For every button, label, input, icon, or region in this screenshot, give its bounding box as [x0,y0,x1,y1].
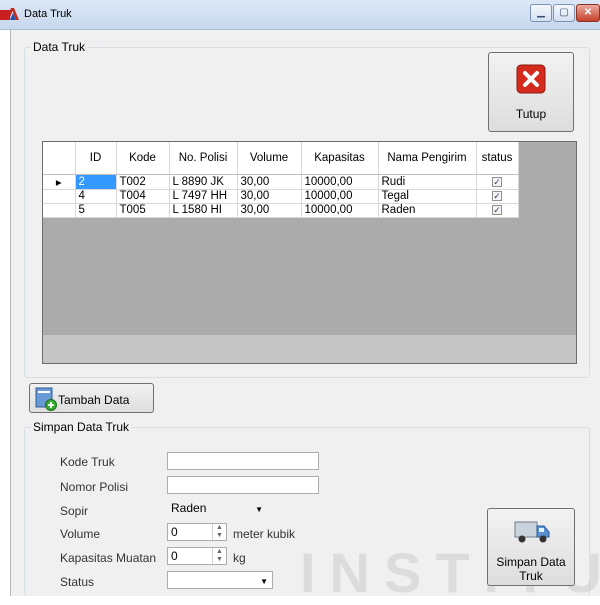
column-header-status[interactable]: status [476,142,519,175]
kapasitas-unit-label: kg [233,551,246,565]
sopir-select[interactable]: Raden ▼ [167,499,268,517]
kapasitas-muatan-label: Kapasitas Muatan [60,551,157,565]
kode-truk-input[interactable] [167,452,319,470]
status-label: Status [60,575,95,589]
truk-data-grid[interactable]: ID Kode No. Polisi Volume Kapasitas Nama… [42,141,577,364]
table-row[interactable]: 4 T004 L 7497 HH 30,00 10000,00 Tegal ✓ [43,189,519,204]
spin-up-icon[interactable]: ▲ [216,548,223,555]
window-title: Data Truk [24,8,72,20]
kode-truk-label: Kode Truk [60,455,115,469]
cell-kode[interactable]: T004 [116,189,170,204]
status-checkbox[interactable]: ✓ [492,205,502,215]
sopir-selected-value: Raden [171,501,207,515]
window-titlebar: Data Truk ▁ ▢ ✕ [0,0,600,30]
minimize-button[interactable]: ▁ [530,4,552,22]
cell-status[interactable]: ✓ [476,203,519,218]
chevron-down-icon: ▼ [255,505,263,514]
tutup-button-label: Tutup [515,107,547,121]
status-checkbox[interactable]: ✓ [492,191,502,201]
row-header[interactable] [43,203,76,218]
tambah-data-label: Tambah Data [58,393,130,407]
spin-up-icon[interactable]: ▲ [216,524,223,531]
edge-marker [0,10,10,20]
spin-buttons[interactable]: ▲ ▼ [212,524,226,542]
simpan-data-truk-label: Simpan Data Truk [488,555,574,583]
spin-down-icon[interactable]: ▼ [216,556,223,563]
simpan-label-line1: Simpan Data [496,555,566,569]
cell-no-polisi[interactable]: L 8890 JK [169,174,238,190]
close-x-icon [516,64,546,94]
close-icon: ✕ [583,7,593,18]
column-header-volume[interactable]: Volume [237,142,302,175]
minimize-icon: ▁ [537,7,545,18]
status-select[interactable]: ▼ [167,571,273,589]
simpan-data-truk-legend: Simpan Data Truk [33,420,130,434]
table-header-row: ID Kode No. Polisi Volume Kapasitas Nama… [43,142,519,175]
nomor-polisi-label: Nomor Polisi [60,480,129,494]
cell-id[interactable]: 4 [75,189,117,204]
volume-label: Volume [60,527,101,541]
cell-no-polisi[interactable]: L 1580 HI [169,203,238,218]
cell-volume[interactable]: 30,00 [237,203,302,218]
column-header-no-polisi[interactable]: No. Polisi [169,142,238,175]
cell-volume[interactable]: 30,00 [237,174,302,190]
volume-value: 0 [171,525,178,539]
sopir-label: Sopir [60,504,89,518]
spin-down-icon[interactable]: ▼ [216,532,223,539]
column-header-kapasitas[interactable]: Kapasitas [301,142,379,175]
volume-stepper[interactable]: 0 ▲ ▼ [167,523,227,542]
spin-buttons[interactable]: ▲ ▼ [212,548,226,566]
row-header-corner [43,142,76,175]
cell-nama-pengirim[interactable]: Raden [378,203,477,218]
close-window-button[interactable]: ✕ [576,4,600,22]
status-checkbox[interactable]: ✓ [492,176,502,187]
volume-unit-label: meter kubik [233,527,296,541]
cell-id[interactable]: 5 [75,203,117,218]
simpan-data-truk-button[interactable]: Simpan Data Truk [487,508,575,586]
cell-kode[interactable]: T005 [116,203,170,218]
cell-status[interactable]: ✓ [476,189,519,204]
truck-icon [514,521,550,543]
add-document-icon [35,387,57,411]
cell-no-polisi[interactable]: L 7497 HH [169,189,238,204]
table-row[interactable]: 5 T005 L 1580 HI 30,00 10000,00 Raden ✓ [43,203,519,218]
table-row[interactable]: ▸ 2 T002 L 8890 JK 30,00 10000,00 Rudi ✓ [43,174,519,190]
current-row-icon: ▸ [43,174,76,190]
kapasitas-stepper[interactable]: 0 ▲ ▼ [167,547,227,566]
kapasitas-value: 0 [171,549,178,563]
cell-kapasitas[interactable]: 10000,00 [301,189,379,204]
tambah-data-button[interactable]: Tambah Data [29,383,154,413]
cell-nama-pengirim[interactable]: Tegal [378,189,477,204]
chevron-down-icon: ▼ [260,577,268,586]
cell-id[interactable]: 2 [75,174,117,190]
cell-kapasitas[interactable]: 10000,00 [301,203,379,218]
column-header-nama-pengirim[interactable]: Nama Pengirim [378,142,477,175]
nomor-polisi-input[interactable] [167,476,319,494]
row-header[interactable] [43,189,76,204]
data-truk-group-legend: Data Truk [33,40,86,54]
cell-kode[interactable]: T002 [116,174,170,190]
cell-volume[interactable]: 30,00 [237,189,302,204]
cell-kapasitas[interactable]: 10000,00 [301,174,379,190]
simpan-label-line2: Truk [519,569,543,583]
tutup-button[interactable]: Tutup [488,52,574,132]
column-header-kode[interactable]: Kode [116,142,170,175]
grid-bottom-bar [43,335,576,363]
maximize-icon: ▢ [559,7,569,18]
truk-table: ID Kode No. Polisi Volume Kapasitas Nama… [43,142,519,218]
cell-nama-pengirim[interactable]: Rudi [378,174,477,190]
maximize-button[interactable]: ▢ [553,4,575,22]
column-header-id[interactable]: ID [75,142,117,175]
cell-status[interactable]: ✓ [476,174,519,190]
